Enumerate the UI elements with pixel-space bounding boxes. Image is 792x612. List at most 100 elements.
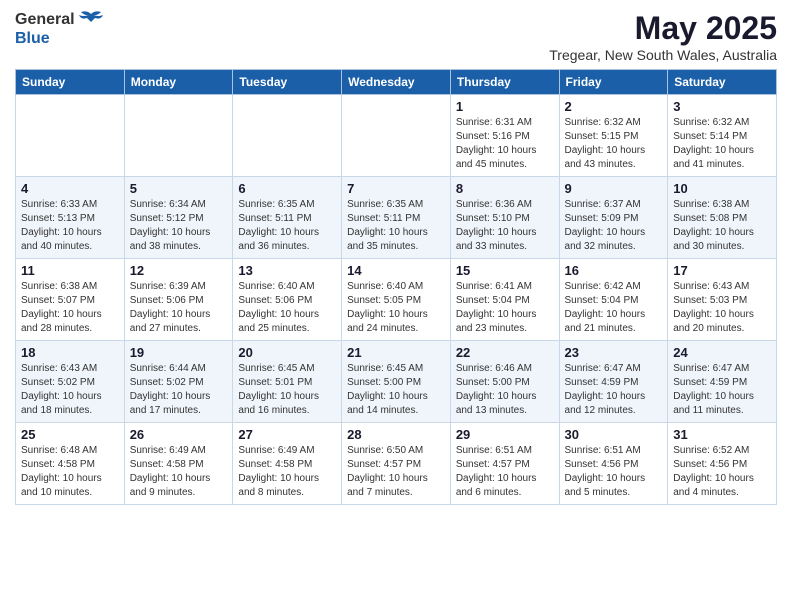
calendar-day-cell: 11 Sunrise: 6:38 AM Sunset: 5:07 PM Dayli…: [16, 259, 125, 341]
calendar-day-cell: 26Sunrise: 6:49 AM Sunset: 4:58 PM Dayli…: [124, 423, 233, 505]
calendar-day-cell: 14 Sunrise: 6:40 AM Sunset: 5:05 PM Dayli…: [342, 259, 451, 341]
day-number: 18: [21, 345, 119, 360]
day-number: 24: [673, 345, 771, 360]
day-info: Sunrise: 6:45 AM Sunset: 5:01 PM Dayligh…: [238, 362, 336, 418]
day-number: 20: [238, 345, 336, 360]
day-info: Sunrise: 6:49 AM Sunset: 4:58 PM Dayligh…: [130, 444, 228, 500]
calendar-day-cell: 10 Sunrise: 6:38 AM Sunset: 5:08 PM Dayli…: [668, 177, 777, 259]
calendar-day-cell: 8 Sunrise: 6:36 AM Sunset: 5:10 PM Daylig…: [450, 177, 559, 259]
calendar-day-cell: 20 Sunrise: 6:45 AM Sunset: 5:01 PM Dayli…: [233, 341, 342, 423]
weekday-header-cell: Monday: [124, 70, 233, 95]
day-number: 12: [130, 263, 228, 278]
logo: General Blue: [15, 10, 105, 48]
day-info: Sunrise: 6:38 AM Sunset: 5:07 PM Dayligh…: [21, 280, 119, 336]
day-number: 14: [347, 263, 445, 278]
day-info: Sunrise: 6:38 AM Sunset: 5:08 PM Dayligh…: [673, 198, 771, 254]
day-number: 30: [565, 427, 663, 442]
day-info: Sunrise: 6:43 AM Sunset: 5:02 PM Dayligh…: [21, 362, 119, 418]
calendar-day-cell: 28 Sunrise: 6:50 AM Sunset: 4:57 PM Dayli…: [342, 423, 451, 505]
day-info: Sunrise: 6:40 AM Sunset: 5:05 PM Dayligh…: [347, 280, 445, 336]
day-info: Sunrise: 6:39 AM Sunset: 5:06 PM Dayligh…: [130, 280, 228, 336]
day-info: Sunrise: 6:36 AM Sunset: 5:10 PM Dayligh…: [456, 198, 554, 254]
day-number: 1: [456, 99, 554, 114]
calendar-day-cell: [233, 95, 342, 177]
day-info: Sunrise: 6:42 AM Sunset: 5:04 PM Dayligh…: [565, 280, 663, 336]
calendar-day-cell: 22 Sunrise: 6:46 AM Sunset: 5:00 PM Dayli…: [450, 341, 559, 423]
calendar-day-cell: 2Sunrise: 6:32 AM Sunset: 5:15 PM Daylig…: [559, 95, 668, 177]
weekday-header-cell: Friday: [559, 70, 668, 95]
calendar-day-cell: 6 Sunrise: 6:35 AM Sunset: 5:11 PM Daylig…: [233, 177, 342, 259]
calendar-day-cell: 4 Sunrise: 6:33 AM Sunset: 5:13 PM Daylig…: [16, 177, 125, 259]
day-info: Sunrise: 6:52 AM Sunset: 4:56 PM Dayligh…: [673, 444, 771, 500]
day-number: 2: [565, 99, 663, 114]
day-info: Sunrise: 6:31 AM Sunset: 5:16 PM Dayligh…: [456, 116, 554, 172]
calendar-day-cell: 25Sunrise: 6:48 AM Sunset: 4:58 PM Dayli…: [16, 423, 125, 505]
calendar-day-cell: 3 Sunrise: 6:32 AM Sunset: 5:14 PM Daylig…: [668, 95, 777, 177]
day-info: Sunrise: 6:34 AM Sunset: 5:12 PM Dayligh…: [130, 198, 228, 254]
day-number: 15: [456, 263, 554, 278]
day-number: 3: [673, 99, 771, 114]
day-number: 28: [347, 427, 445, 442]
day-number: 8: [456, 181, 554, 196]
calendar-day-cell: 29 Sunrise: 6:51 AM Sunset: 4:57 PM Dayli…: [450, 423, 559, 505]
logo-general: General: [15, 11, 75, 29]
day-number: 19: [130, 345, 228, 360]
day-number: 27: [238, 427, 336, 442]
calendar-day-cell: 13 Sunrise: 6:40 AM Sunset: 5:06 PM Dayli…: [233, 259, 342, 341]
calendar-day-cell: 30 Sunrise: 6:51 AM Sunset: 4:56 PM Dayli…: [559, 423, 668, 505]
day-number: 13: [238, 263, 336, 278]
calendar-day-cell: 9Sunrise: 6:37 AM Sunset: 5:09 PM Daylig…: [559, 177, 668, 259]
day-info: Sunrise: 6:50 AM Sunset: 4:57 PM Dayligh…: [347, 444, 445, 500]
logo-blue: Blue: [15, 30, 50, 48]
weekday-header-cell: Sunday: [16, 70, 125, 95]
calendar-day-cell: 16 Sunrise: 6:42 AM Sunset: 5:04 PM Dayli…: [559, 259, 668, 341]
calendar-week-row: 1 Sunrise: 6:31 AM Sunset: 5:16 PM Daylig…: [16, 95, 777, 177]
day-number: 10: [673, 181, 771, 196]
day-info: Sunrise: 6:47 AM Sunset: 4:59 PM Dayligh…: [673, 362, 771, 418]
day-info: Sunrise: 6:32 AM Sunset: 5:14 PM Dayligh…: [673, 116, 771, 172]
day-info: Sunrise: 6:51 AM Sunset: 4:57 PM Dayligh…: [456, 444, 554, 500]
day-number: 4: [21, 181, 119, 196]
day-number: 29: [456, 427, 554, 442]
day-number: 17: [673, 263, 771, 278]
day-number: 23: [565, 345, 663, 360]
calendar-day-cell: 17 Sunrise: 6:43 AM Sunset: 5:03 PM Dayli…: [668, 259, 777, 341]
calendar-day-cell: 24 Sunrise: 6:47 AM Sunset: 4:59 PM Dayli…: [668, 341, 777, 423]
day-number: 5: [130, 181, 228, 196]
day-info: Sunrise: 6:51 AM Sunset: 4:56 PM Dayligh…: [565, 444, 663, 500]
day-number: 21: [347, 345, 445, 360]
weekday-header-cell: Tuesday: [233, 70, 342, 95]
logo-bird-icon: [77, 10, 105, 30]
calendar-subtitle: Tregear, New South Wales, Australia: [549, 47, 777, 63]
weekday-header-cell: Thursday: [450, 70, 559, 95]
day-info: Sunrise: 6:33 AM Sunset: 5:13 PM Dayligh…: [21, 198, 119, 254]
calendar-day-cell: 15 Sunrise: 6:41 AM Sunset: 5:04 PM Dayli…: [450, 259, 559, 341]
day-info: Sunrise: 6:46 AM Sunset: 5:00 PM Dayligh…: [456, 362, 554, 418]
calendar-week-row: 4 Sunrise: 6:33 AM Sunset: 5:13 PM Daylig…: [16, 177, 777, 259]
day-number: 7: [347, 181, 445, 196]
title-block: May 2025 Tregear, New South Wales, Austr…: [549, 10, 777, 63]
day-info: Sunrise: 6:43 AM Sunset: 5:03 PM Dayligh…: [673, 280, 771, 336]
day-info: Sunrise: 6:49 AM Sunset: 4:58 PM Dayligh…: [238, 444, 336, 500]
day-info: Sunrise: 6:35 AM Sunset: 5:11 PM Dayligh…: [238, 198, 336, 254]
calendar-week-row: 11 Sunrise: 6:38 AM Sunset: 5:07 PM Dayli…: [16, 259, 777, 341]
page-header: General Blue May 2025 Tregear, New South…: [15, 10, 777, 63]
calendar-day-cell: 1 Sunrise: 6:31 AM Sunset: 5:16 PM Daylig…: [450, 95, 559, 177]
day-number: 16: [565, 263, 663, 278]
day-info: Sunrise: 6:44 AM Sunset: 5:02 PM Dayligh…: [130, 362, 228, 418]
calendar-day-cell: 12 Sunrise: 6:39 AM Sunset: 5:06 PM Dayli…: [124, 259, 233, 341]
day-number: 6: [238, 181, 336, 196]
day-info: Sunrise: 6:41 AM Sunset: 5:04 PM Dayligh…: [456, 280, 554, 336]
day-info: Sunrise: 6:48 AM Sunset: 4:58 PM Dayligh…: [21, 444, 119, 500]
weekday-header-row: SundayMondayTuesdayWednesdayThursdayFrid…: [16, 70, 777, 95]
calendar-day-cell: 27 Sunrise: 6:49 AM Sunset: 4:58 PM Dayli…: [233, 423, 342, 505]
calendar-table: SundayMondayTuesdayWednesdayThursdayFrid…: [15, 69, 777, 505]
day-number: 11: [21, 263, 119, 278]
calendar-day-cell: 18 Sunrise: 6:43 AM Sunset: 5:02 PM Dayli…: [16, 341, 125, 423]
day-number: 22: [456, 345, 554, 360]
weekday-header-cell: Saturday: [668, 70, 777, 95]
day-info: Sunrise: 6:40 AM Sunset: 5:06 PM Dayligh…: [238, 280, 336, 336]
calendar-day-cell: 23Sunrise: 6:47 AM Sunset: 4:59 PM Dayli…: [559, 341, 668, 423]
calendar-day-cell: [124, 95, 233, 177]
calendar-day-cell: [16, 95, 125, 177]
